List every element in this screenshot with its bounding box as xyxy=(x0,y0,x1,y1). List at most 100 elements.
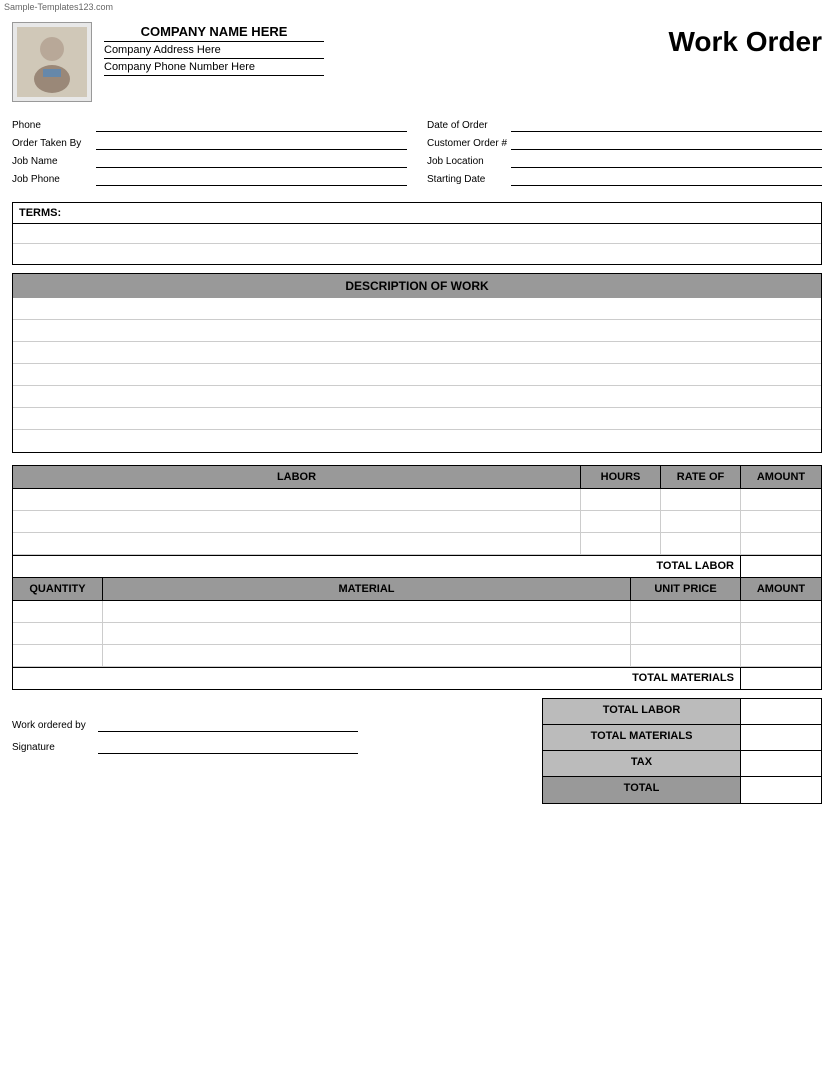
job-location-input[interactable] xyxy=(511,154,822,168)
labor-r2-c4[interactable] xyxy=(741,511,821,532)
material-col1-header: QUANTITY xyxy=(13,578,103,600)
customer-order-input[interactable] xyxy=(511,136,822,150)
desc-row-2[interactable] xyxy=(13,320,821,342)
labor-r3-c4[interactable] xyxy=(741,533,821,554)
material-r3-c2[interactable] xyxy=(103,645,631,666)
total-labor-summary-row: TOTAL LABOR xyxy=(543,699,821,725)
terms-section: TERMS: xyxy=(12,202,822,265)
company-info: COMPANY NAME HERE Company Address Here C… xyxy=(104,22,324,76)
customer-order-row: Customer Order # xyxy=(427,136,822,150)
order-taken-by-input[interactable] xyxy=(96,136,407,150)
material-col3-header: UNIT PRICE xyxy=(631,578,741,600)
header: COMPANY NAME HERE Company Address Here C… xyxy=(0,14,834,110)
labor-r2-c3[interactable] xyxy=(661,511,741,532)
grand-total-value[interactable] xyxy=(741,777,821,803)
total-materials-summary-value[interactable] xyxy=(741,725,821,750)
job-phone-label: Job Phone xyxy=(12,174,92,185)
labor-r3-c1[interactable] xyxy=(13,533,581,554)
material-r1-c2[interactable] xyxy=(103,601,631,622)
labor-total-value[interactable] xyxy=(741,556,821,577)
material-r2-c1[interactable] xyxy=(13,623,103,644)
labor-r1-c4[interactable] xyxy=(741,489,821,510)
material-total-label: TOTAL MATERIALS xyxy=(13,668,741,689)
starting-date-row: Starting Date xyxy=(427,172,822,186)
labor-data-row-1[interactable] xyxy=(13,489,821,511)
labor-data-row-2[interactable] xyxy=(13,511,821,533)
work-ordered-by-input[interactable] xyxy=(98,718,358,732)
labor-data-row-3[interactable] xyxy=(13,533,821,555)
material-data-row-3[interactable] xyxy=(13,645,821,667)
desc-row-5[interactable] xyxy=(13,386,821,408)
total-labor-summary-label: TOTAL LABOR xyxy=(543,699,741,724)
description-header: DESCRIPTION OF WORK xyxy=(13,274,821,298)
tax-label: TAX xyxy=(543,751,741,776)
material-r1-c3[interactable] xyxy=(631,601,741,622)
job-name-label: Job Name xyxy=(12,156,92,167)
order-taken-by-label: Order Taken By xyxy=(12,138,92,149)
labor-r2-c1[interactable] xyxy=(13,511,581,532)
material-r1-c1[interactable] xyxy=(13,601,103,622)
header-left: COMPANY NAME HERE Company Address Here C… xyxy=(12,22,668,102)
labor-col1-header: LABOR xyxy=(13,466,581,488)
totals-table: TOTAL LABOR TOTAL MATERIALS TAX TOTAL xyxy=(542,698,822,804)
date-of-order-input[interactable] xyxy=(511,118,822,132)
labor-r1-c3[interactable] xyxy=(661,489,741,510)
labor-r1-c2[interactable] xyxy=(581,489,661,510)
labor-r3-c3[interactable] xyxy=(661,533,741,554)
grand-total-row: TOTAL xyxy=(543,777,821,803)
signature-row: Signature xyxy=(12,740,522,754)
description-section: DESCRIPTION OF WORK xyxy=(12,273,822,453)
desc-row-6[interactable] xyxy=(13,408,821,430)
labor-col3-header: RATE OF xyxy=(661,466,741,488)
watermark: Sample-Templates123.com xyxy=(0,0,834,14)
header-right: Work Order xyxy=(668,22,822,58)
labor-total-label: TOTAL LABOR xyxy=(13,556,741,577)
job-phone-input[interactable] xyxy=(96,172,407,186)
material-r2-c3[interactable] xyxy=(631,623,741,644)
labor-col2-header: HOURS xyxy=(581,466,661,488)
customer-order-label: Customer Order # xyxy=(427,138,507,149)
job-location-row: Job Location xyxy=(427,154,822,168)
material-total-value[interactable] xyxy=(741,668,821,689)
phone-label: Phone xyxy=(12,120,92,131)
job-location-label: Job Location xyxy=(427,156,507,167)
material-header: QUANTITY MATERIAL UNIT PRICE AMOUNT xyxy=(13,577,821,601)
terms-header: TERMS: xyxy=(13,203,821,224)
signature-input[interactable] xyxy=(98,740,358,754)
labor-total-row: TOTAL LABOR xyxy=(13,555,821,577)
job-name-input[interactable] xyxy=(96,154,407,168)
desc-row-3[interactable] xyxy=(13,342,821,364)
starting-date-input[interactable] xyxy=(511,172,822,186)
desc-row-4[interactable] xyxy=(13,364,821,386)
tax-value[interactable] xyxy=(741,751,821,776)
material-r1-c4[interactable] xyxy=(741,601,821,622)
material-col2-header: MATERIAL xyxy=(103,578,631,600)
company-address: Company Address Here xyxy=(104,44,324,59)
job-name-row: Job Name xyxy=(12,154,407,168)
labor-r3-c2[interactable] xyxy=(581,533,661,554)
work-order-title: Work Order xyxy=(668,26,822,58)
terms-row-1[interactable] xyxy=(13,224,821,244)
order-taken-by-row: Order Taken By xyxy=(12,136,407,150)
material-r2-c2[interactable] xyxy=(103,623,631,644)
signature-section: Work ordered by Signature xyxy=(12,698,542,762)
phone-input[interactable] xyxy=(96,118,407,132)
total-labor-summary-value[interactable] xyxy=(741,699,821,724)
desc-row-7[interactable] xyxy=(13,430,821,452)
material-r3-c4[interactable] xyxy=(741,645,821,666)
total-materials-summary-row: TOTAL MATERIALS xyxy=(543,725,821,751)
terms-row-2[interactable] xyxy=(13,244,821,264)
company-name: COMPANY NAME HERE xyxy=(104,24,324,42)
material-r3-c1[interactable] xyxy=(13,645,103,666)
material-data-row-2[interactable] xyxy=(13,623,821,645)
material-col4-header: AMOUNT xyxy=(741,578,821,600)
material-r3-c3[interactable] xyxy=(631,645,741,666)
material-data-row-1[interactable] xyxy=(13,601,821,623)
signature-label: Signature xyxy=(12,742,92,753)
summary-section: Work ordered by Signature TOTAL LABOR TO… xyxy=(12,698,822,804)
work-ordered-by-row: Work ordered by xyxy=(12,718,522,732)
labor-r1-c1[interactable] xyxy=(13,489,581,510)
material-r2-c4[interactable] xyxy=(741,623,821,644)
desc-row-1[interactable] xyxy=(13,298,821,320)
labor-r2-c2[interactable] xyxy=(581,511,661,532)
